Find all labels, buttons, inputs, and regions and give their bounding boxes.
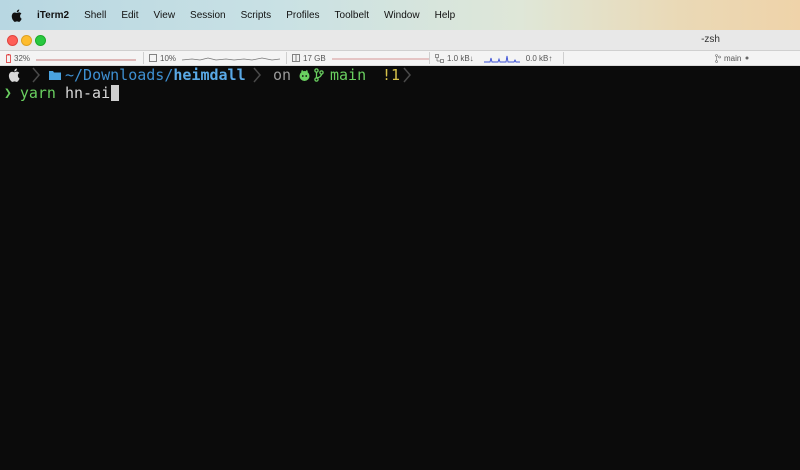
window-titlebar[interactable]: -zsh bbox=[0, 30, 800, 51]
menu-toolbelt[interactable]: Toolbelt bbox=[335, 10, 369, 21]
network-down-rate: 1.0 kB↓ bbox=[447, 53, 474, 63]
menu-view[interactable]: View bbox=[154, 10, 176, 21]
prompt-caret: ❯ bbox=[4, 85, 12, 101]
menu-shell[interactable]: Shell bbox=[84, 10, 106, 21]
apple-logo-icon[interactable] bbox=[11, 8, 25, 22]
command-args: hn-ai bbox=[64, 84, 111, 102]
memory-usage: 17 GB bbox=[303, 53, 326, 63]
battery-icon bbox=[6, 53, 11, 63]
prompt-separator-icon bbox=[31, 66, 41, 84]
menu-window[interactable]: Window bbox=[384, 10, 420, 21]
prompt-on-text: on bbox=[273, 66, 292, 84]
iterm-status-bar: 32% 10% 17 GB 1.0 kB↓ 0.0 kB↑ main bbox=[0, 51, 800, 66]
battery-percent: 32% bbox=[14, 53, 31, 63]
status-network[interactable]: 1.0 kB↓ 0.0 kB↑ bbox=[431, 51, 561, 65]
zoom-window-button[interactable] bbox=[35, 35, 46, 46]
menu-session[interactable]: Session bbox=[190, 10, 226, 21]
terminal-pane[interactable]: ~/Downloads/heimdall on main !1 ❯ yarn h… bbox=[0, 66, 800, 470]
cpu-percent: 10% bbox=[160, 53, 177, 63]
window-title: -zsh bbox=[701, 34, 720, 45]
battery-sparkline bbox=[36, 59, 137, 61]
status-cpu[interactable]: 10% bbox=[145, 51, 287, 65]
git-branch-icon bbox=[314, 68, 324, 82]
text-cursor bbox=[111, 85, 120, 101]
git-branch-name: main bbox=[724, 53, 742, 63]
prompt-separator-icon bbox=[252, 66, 262, 84]
git-branch-indicator: main bbox=[314, 66, 366, 84]
menu-edit[interactable]: Edit bbox=[121, 10, 138, 21]
cpu-icon bbox=[149, 54, 157, 62]
minimize-window-button[interactable] bbox=[21, 35, 32, 46]
prompt-path: ~/Downloads/heimdall bbox=[65, 66, 246, 84]
menu-help[interactable]: Help bbox=[435, 10, 456, 21]
command-program: yarn bbox=[19, 84, 56, 102]
status-battery[interactable]: 32% bbox=[0, 51, 144, 65]
status-memory[interactable]: 17 GB bbox=[288, 51, 430, 65]
close-window-button[interactable] bbox=[7, 35, 18, 46]
prompt-git-status: !1 bbox=[382, 66, 401, 84]
git-branch-icon bbox=[715, 53, 721, 63]
cpu-sparkline bbox=[182, 57, 281, 61]
menu-profiles[interactable]: Profiles bbox=[286, 10, 319, 21]
menu-scripts[interactable]: Scripts bbox=[241, 10, 272, 21]
prompt-branch-name: main bbox=[330, 66, 367, 84]
prompt-line: ~/Downloads/heimdall on main !1 bbox=[0, 66, 800, 84]
memory-icon bbox=[292, 54, 300, 62]
prompt-apple-icon bbox=[8, 66, 20, 84]
menu-app-iterm2[interactable]: iTerm2 bbox=[37, 10, 69, 21]
folder-icon bbox=[49, 66, 61, 84]
github-icon bbox=[298, 66, 311, 84]
dirty-dot-icon bbox=[745, 56, 749, 60]
memory-sparkline bbox=[331, 58, 430, 60]
network-icon bbox=[435, 53, 444, 63]
macos-menubar: iTerm2 Shell Edit View Session Scripts P… bbox=[0, 0, 800, 30]
network-sparkline bbox=[483, 55, 520, 62]
status-git[interactable]: main bbox=[563, 51, 800, 65]
prompt-path-prefix: ~/Downloads/ bbox=[65, 66, 174, 84]
command-line[interactable]: ❯ yarn hn-ai bbox=[0, 84, 120, 102]
prompt-end-separator-icon bbox=[402, 66, 412, 84]
prompt-path-dir: heimdall bbox=[173, 66, 246, 84]
network-up-rate: 0.0 kB↑ bbox=[525, 53, 553, 63]
